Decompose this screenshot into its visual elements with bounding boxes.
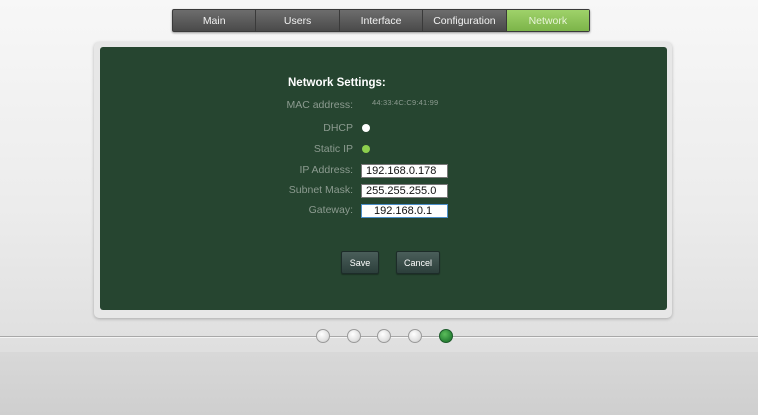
step-dot-4[interactable] — [408, 329, 422, 343]
tab-configuration[interactable]: Configuration — [423, 10, 507, 31]
static-ip-label: Static IP — [313, 143, 353, 155]
gateway-label: Gateway: — [308, 204, 353, 216]
step-dot-2[interactable] — [347, 329, 361, 343]
gateway-field[interactable] — [361, 204, 448, 218]
panel-title: Network Settings: — [288, 77, 386, 89]
ip-address-label: IP Address: — [299, 164, 353, 176]
step-dot-1[interactable] — [316, 329, 330, 343]
cancel-button[interactable]: Cancel — [396, 251, 440, 274]
mac-address-value: 44:33:4C:C9:41:99 — [372, 98, 439, 107]
dhcp-label: DHCP — [323, 122, 353, 134]
static-ip-radio[interactable] — [362, 145, 370, 153]
subnet-mask-field[interactable] — [361, 184, 448, 198]
step-dot-5[interactable] — [439, 329, 453, 343]
subnet-mask-label: Subnet Mask: — [288, 184, 353, 196]
dhcp-radio[interactable] — [362, 124, 370, 132]
footer-band — [0, 352, 758, 415]
tab-network[interactable]: Network — [506, 10, 590, 31]
main-nav: Main Users Interface Configuration Netwo… — [172, 9, 590, 32]
tab-users[interactable]: Users — [256, 10, 340, 31]
tab-main[interactable]: Main — [173, 10, 257, 31]
tab-interface[interactable]: Interface — [340, 10, 424, 31]
ip-address-field[interactable] — [361, 164, 448, 178]
network-settings-panel: Network Settings: MAC address: 44:33:4C:… — [100, 47, 667, 310]
mac-address-label: MAC address: — [286, 99, 353, 111]
save-button[interactable]: Save — [341, 251, 379, 274]
step-dot-3[interactable] — [377, 329, 391, 343]
